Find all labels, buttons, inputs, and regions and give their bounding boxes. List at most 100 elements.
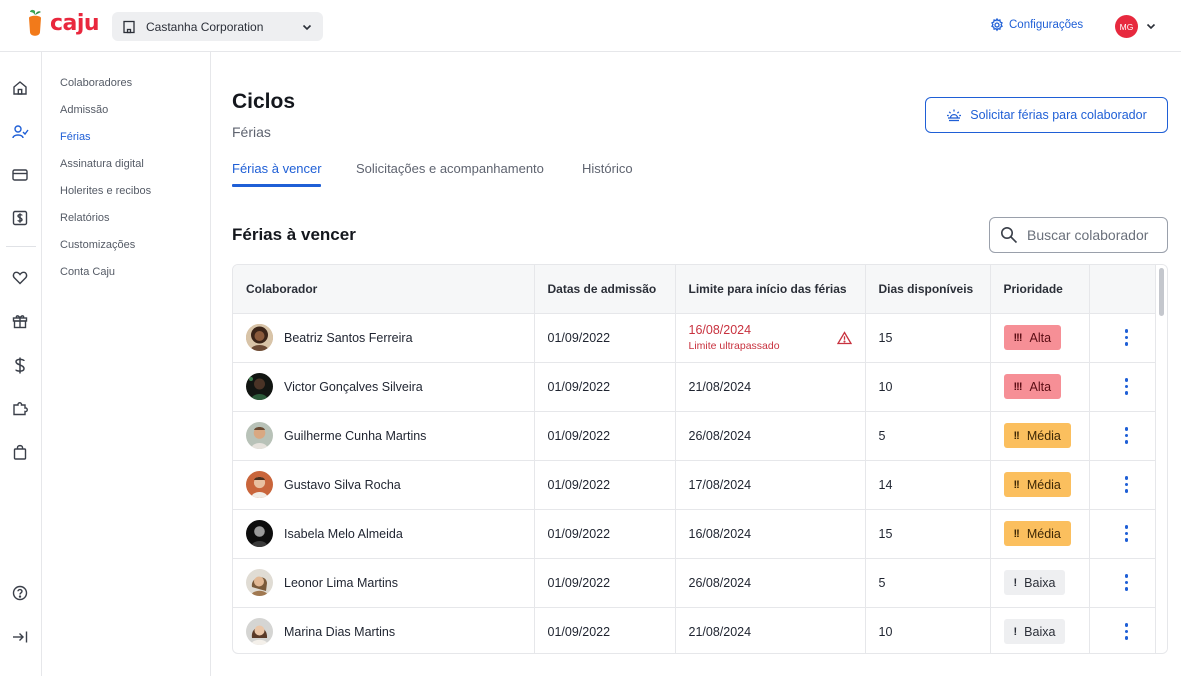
employee-name: Beatriz Santos Ferreira: [284, 330, 413, 345]
table-row[interactable]: Beatriz Santos Ferreira 01/09/2022 16/08…: [233, 313, 1156, 363]
priority-badge: !!! Alta: [1003, 325, 1062, 350]
employee-name: Marina Dias Martins: [284, 624, 396, 639]
employee-avatar: [246, 324, 273, 351]
section-nav: Colaboradores Admissão Férias Assinatura…: [42, 52, 211, 676]
tab-historico[interactable]: Histórico: [582, 161, 633, 176]
scrollbar-thumb[interactable]: [1159, 268, 1164, 316]
gift-icon[interactable]: [11, 312, 29, 330]
admission-date: 01/09/2022: [534, 362, 676, 412]
bag-icon[interactable]: [11, 443, 29, 461]
collapse-icon[interactable]: [11, 628, 29, 646]
limit-date: 16/08/2024: [675, 509, 866, 559]
table-row[interactable]: Leonor Lima Martins 01/09/2022 26/08/202…: [233, 558, 1156, 608]
settings-link[interactable]: Configurações: [990, 18, 1083, 32]
row-menu-icon[interactable]: [1122, 378, 1132, 395]
available-days: 14: [865, 460, 991, 510]
limit-date: 21/08/2024: [675, 607, 866, 653]
limit-cell: 16/08/2024 Limite ultrapassado: [675, 313, 866, 363]
table-header-row: Colaborador Datas de admissão Limite par…: [233, 265, 1156, 314]
employee-avatar: [246, 471, 273, 498]
priority-badge: !!! Alta: [1003, 374, 1062, 399]
nav-item-relatorios[interactable]: Relatórios: [60, 212, 110, 224]
col-header-dias[interactable]: Dias disponíveis: [865, 265, 991, 314]
admission-date: 01/09/2022: [534, 607, 676, 653]
limit-date: 17/08/2024: [675, 460, 866, 510]
nav-item-holerites[interactable]: Holerites e recibos: [60, 185, 151, 197]
home-icon[interactable]: [11, 79, 29, 97]
available-days: 10: [865, 607, 991, 653]
admission-date: 01/09/2022: [534, 411, 676, 461]
employee-name: Guilherme Cunha Martins: [284, 428, 427, 443]
building-icon: [122, 20, 136, 34]
request-vacation-button[interactable]: Solicitar férias para colaborador: [925, 97, 1168, 133]
admission-date: 01/09/2022: [534, 558, 676, 608]
settings-label: Configurações: [1009, 19, 1084, 31]
user-menu-chevron-icon[interactable]: [1145, 20, 1157, 32]
employee-avatar: [246, 422, 273, 449]
priority-badge: !! Média: [1003, 472, 1071, 497]
employee-name: Victor Gonçalves Silveira: [284, 379, 423, 394]
nav-item-assinatura-digital[interactable]: Assinatura digital: [60, 158, 144, 170]
nav-item-admissao[interactable]: Admissão: [60, 104, 108, 116]
limit-date: 21/08/2024: [675, 362, 866, 412]
request-vacation-label: Solicitar férias para colaborador: [970, 108, 1147, 122]
vacation-table: Colaborador Datas de admissão Limite par…: [232, 264, 1168, 654]
dollar-box-icon[interactable]: [11, 209, 29, 227]
employee-name: Gustavo Silva Rocha: [284, 477, 401, 492]
chevron-down-icon: [301, 21, 313, 33]
priority-badge: ! Baixa: [1003, 570, 1066, 595]
cashew-fruit-icon: [29, 9, 41, 36]
employee-name: Isabela Melo Almeida: [284, 526, 403, 541]
sun-icon: [946, 107, 962, 123]
nav-item-customizacoes[interactable]: Customizações: [60, 239, 135, 251]
col-header-limite[interactable]: Limite para início das férias: [675, 265, 866, 314]
tab-solicitacoes[interactable]: Solicitações e acompanhamento: [356, 161, 544, 176]
card-icon[interactable]: [11, 166, 29, 184]
search-box[interactable]: [989, 217, 1168, 253]
col-header-admissao[interactable]: Datas de admissão: [534, 265, 676, 314]
warning-icon: [836, 330, 852, 345]
employee-avatar: [246, 373, 273, 400]
admission-date: 01/09/2022: [534, 460, 676, 510]
nav-item-ferias[interactable]: Férias: [60, 131, 91, 143]
table-row[interactable]: Isabela Melo Almeida 01/09/2022 16/08/20…: [233, 509, 1156, 559]
row-menu-icon[interactable]: [1122, 574, 1132, 591]
help-icon[interactable]: [11, 584, 29, 602]
search-icon: [1000, 226, 1018, 244]
available-days: 5: [865, 558, 991, 608]
table-row[interactable]: Marina Dias Martins 01/09/2022 21/08/202…: [233, 607, 1156, 653]
available-days: 15: [865, 509, 991, 559]
search-input[interactable]: [1027, 227, 1157, 243]
top-bar: caju Castanha Corporation Configurações …: [0, 0, 1181, 52]
company-selector[interactable]: Castanha Corporation: [112, 12, 323, 41]
limit-date: 26/08/2024: [675, 558, 866, 608]
user-check-icon[interactable]: [11, 123, 29, 141]
table-row[interactable]: Guilherme Cunha Martins 01/09/2022 26/08…: [233, 411, 1156, 461]
section-title: Férias à vencer: [232, 225, 356, 244]
available-days: 5: [865, 411, 991, 461]
table-row[interactable]: Gustavo Silva Rocha 01/09/2022 17/08/202…: [233, 460, 1156, 510]
table-scrollbar[interactable]: [1155, 265, 1167, 653]
priority-badge: !! Média: [1003, 521, 1071, 546]
caju-logo[interactable]: caju: [24, 8, 100, 38]
table-row[interactable]: Victor Gonçalves Silveira 01/09/2022 21/…: [233, 362, 1156, 412]
row-menu-icon[interactable]: [1122, 427, 1132, 444]
nav-item-conta-caju[interactable]: Conta Caju: [60, 266, 115, 278]
row-menu-icon[interactable]: [1122, 525, 1132, 542]
col-header-colaborador[interactable]: Colaborador: [233, 265, 535, 314]
tab-ferias-a-vencer[interactable]: Férias à vencer: [232, 161, 322, 176]
user-avatar[interactable]: MG: [1115, 15, 1138, 38]
heart-icon[interactable]: [11, 268, 29, 286]
icon-rail: [0, 52, 42, 676]
available-days: 15: [865, 313, 991, 363]
row-menu-icon[interactable]: [1122, 623, 1132, 640]
puzzle-icon[interactable]: [11, 399, 29, 417]
nav-item-colaboradores[interactable]: Colaboradores: [60, 77, 132, 89]
col-header-prioridade[interactable]: Prioridade: [990, 265, 1090, 314]
row-menu-icon[interactable]: [1122, 476, 1132, 493]
dollar-icon[interactable]: [11, 356, 29, 374]
row-menu-icon[interactable]: [1122, 329, 1132, 346]
brand-name: caju: [50, 10, 100, 36]
active-tab-indicator: [232, 184, 321, 187]
gear-icon: [990, 18, 1004, 32]
